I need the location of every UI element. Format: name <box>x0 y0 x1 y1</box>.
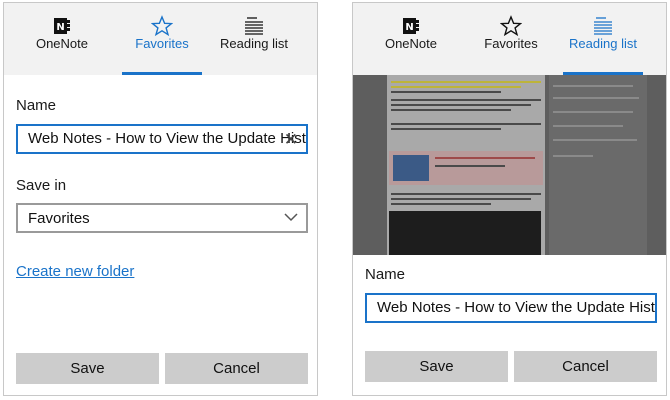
svg-text:N: N <box>56 22 64 33</box>
thumbnail-video <box>389 211 541 255</box>
tab-favorites[interactable]: Favorites <box>112 3 212 75</box>
star-icon <box>151 15 173 37</box>
name-label: Name <box>365 266 406 283</box>
star-icon <box>500 15 522 37</box>
name-input-value: Web Notes - How to View the Update Histo… <box>28 130 308 147</box>
tab-onenote-label: OneNote <box>35 36 89 51</box>
hub-tab-bar: N OneNote Favorites Reading list <box>353 3 666 75</box>
reading-list-icon <box>594 17 612 35</box>
thumbnail-article-column <box>387 75 545 255</box>
thumbnail-sidebar <box>549 75 647 255</box>
active-tab-indicator <box>122 72 202 75</box>
hub-tab-bar: N OneNote Favorites Reading list <box>4 3 317 75</box>
create-new-folder-link[interactable]: Create new folder <box>16 263 134 280</box>
tab-favorites-label: Favorites <box>135 36 189 51</box>
tab-favorites-label: Favorites <box>484 36 538 51</box>
name-label: Name <box>16 97 57 114</box>
onenote-icon: N <box>54 18 70 34</box>
save-in-label: Save in <box>16 177 67 194</box>
save-in-select[interactable]: Favorites <box>16 203 308 233</box>
name-input-value: Web Notes - How to View the Update Histo… <box>377 299 657 316</box>
tab-reading-list[interactable]: Reading list <box>553 3 653 75</box>
reading-list-icon <box>245 17 263 35</box>
chevron-down-icon <box>284 213 298 222</box>
cancel-button[interactable]: Cancel <box>165 353 308 384</box>
name-input[interactable]: Web Notes - How to View the Update Histo… <box>365 293 657 323</box>
tab-favorites[interactable]: Favorites <box>461 3 561 75</box>
name-input[interactable]: Web Notes - How to View the Update Histo… <box>16 124 308 154</box>
save-button[interactable]: Save <box>365 351 508 382</box>
page-thumbnail-preview <box>353 75 666 255</box>
clear-icon[interactable]: ✕ <box>284 130 298 150</box>
tab-reading-list[interactable]: Reading list <box>204 3 304 75</box>
tab-onenote[interactable]: N OneNote <box>12 3 112 75</box>
reading-list-save-panel: N OneNote Favorites Reading list Name We… <box>352 2 667 396</box>
save-in-value: Favorites <box>28 210 90 227</box>
save-button[interactable]: Save <box>16 353 159 384</box>
tab-reading-list-label: Reading list <box>220 36 288 51</box>
favorites-save-panel: N OneNote Favorites Reading list Name We… <box>3 2 318 396</box>
svg-text:N: N <box>405 22 413 33</box>
tab-reading-list-label: Reading list <box>569 36 637 51</box>
onenote-icon: N <box>403 18 419 34</box>
tab-onenote[interactable]: N OneNote <box>361 3 461 75</box>
cancel-button[interactable]: Cancel <box>514 351 657 382</box>
tab-onenote-label: OneNote <box>384 36 438 51</box>
thumbnail-related-box <box>389 151 543 185</box>
